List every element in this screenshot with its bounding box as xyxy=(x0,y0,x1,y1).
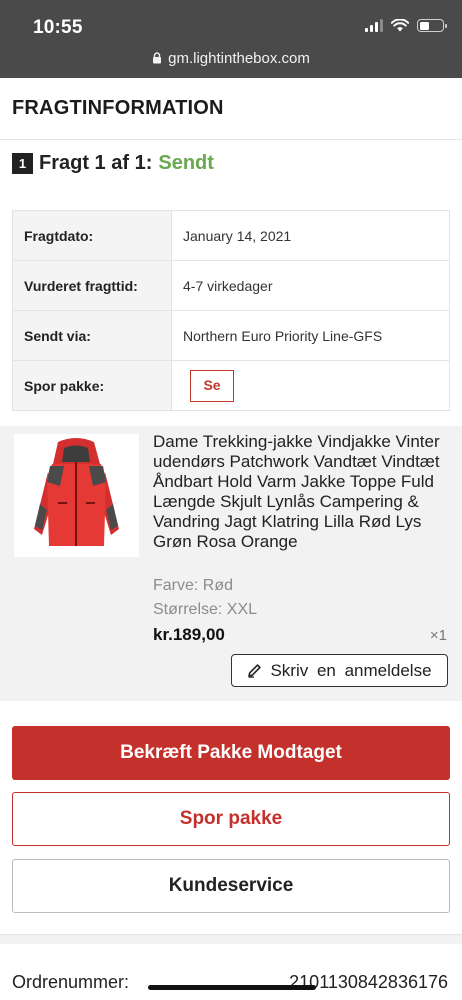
browser-chrome: 10:55 gm.lightinthebox.com xyxy=(0,0,462,78)
shipment-number-badge: 1 xyxy=(12,153,33,174)
product-name[interactable]: Dame Trekking-jakke Vindjakke Vinter ude… xyxy=(153,432,453,552)
status-icons xyxy=(365,19,447,32)
product-color: Farve: Rød xyxy=(153,577,234,594)
table-row: Spor pakke: Se xyxy=(12,360,450,411)
url-text: gm.lightinthebox.com xyxy=(168,50,310,67)
shipment-label: Fragt 1 af 1: xyxy=(39,152,153,174)
track-package-label: Spor pakke: xyxy=(12,360,172,411)
track-package-button[interactable]: Spor pakke xyxy=(12,792,450,846)
estimated-time-label: Vurderet fragttid: xyxy=(12,260,172,311)
product-card: Dame Trekking-jakke Vindjakke Vinter ude… xyxy=(0,426,462,701)
section-divider xyxy=(0,934,462,944)
ship-date-value: January 14, 2021 xyxy=(171,210,450,261)
battery-icon xyxy=(417,19,447,32)
page-header: FRAGTINFORMATION xyxy=(0,78,462,140)
ship-date-label: Fragtdato: xyxy=(12,210,172,261)
estimated-time-value: 4-7 virkedager xyxy=(171,260,450,311)
table-row: Sendt via: Northern Euro Priority Line-G… xyxy=(12,310,450,361)
signal-icon xyxy=(365,19,383,32)
shipment-heading: 1 Fragt 1 af 1: Sendt xyxy=(12,152,214,175)
table-row: Vurderet fragttid: 4-7 virkedager xyxy=(12,260,450,311)
order-number-label: Ordrenummer: xyxy=(12,972,130,992)
table-row: Fragtdato: January 14, 2021 xyxy=(12,210,450,261)
shipment-status: Sendt xyxy=(158,152,214,174)
pencil-icon xyxy=(248,664,262,678)
status-time: 10:55 xyxy=(33,17,83,38)
wifi-icon xyxy=(391,19,409,32)
confirm-received-button[interactable]: Bekræft Pakke Modtaget xyxy=(12,726,450,780)
customer-service-button[interactable]: Kundeservice xyxy=(12,859,450,913)
home-indicator[interactable] xyxy=(148,985,316,990)
url-bar[interactable]: gm.lightinthebox.com xyxy=(0,50,462,67)
product-quantity: ×1 xyxy=(429,627,447,644)
shipment-info-table: Fragtdato: January 14, 2021 Vurderet fra… xyxy=(12,210,450,411)
write-review-label: Skriv en anmeldelse xyxy=(270,660,432,680)
page-title: FRAGTINFORMATION xyxy=(12,97,224,119)
order-number-row: Ordrenummer: 2101130842836176 xyxy=(0,968,462,1000)
product-price: kr.189,00 xyxy=(153,625,225,644)
lock-icon xyxy=(153,52,162,64)
view-tracking-button[interactable]: Se xyxy=(190,369,234,402)
jacket-image xyxy=(34,438,119,546)
carrier-label: Sendt via: xyxy=(12,310,172,361)
product-image[interactable] xyxy=(14,434,139,557)
write-review-button[interactable]: Skriv en anmeldelse xyxy=(231,654,448,687)
product-size: Størrelse: XXL xyxy=(153,601,258,618)
carrier-value: Northern Euro Priority Line-GFS xyxy=(171,310,450,361)
